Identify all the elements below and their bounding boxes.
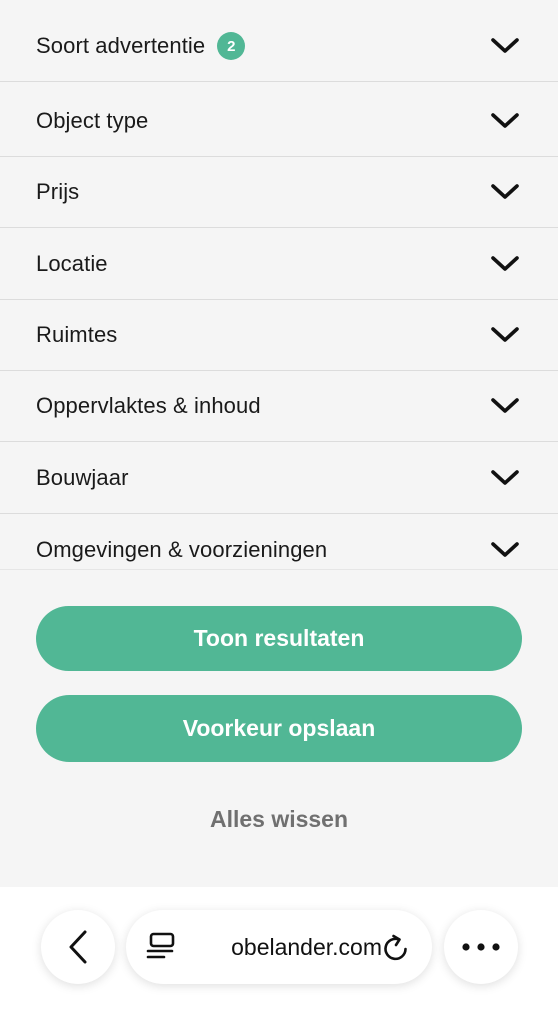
url-display: obelander.com: [182, 910, 382, 984]
filter-label: Locatie: [36, 251, 108, 276]
back-arrow-icon: [69, 930, 87, 964]
clear-all-link[interactable]: Alles wissen: [0, 800, 558, 838]
browser-toolbar: obelander.com: [0, 887, 558, 1024]
chevron-down-icon[interactable]: [490, 541, 520, 559]
filters-divider: [0, 569, 558, 570]
chevron-down-icon[interactable]: [490, 397, 520, 415]
filter-label: Bouwjaar: [36, 465, 129, 490]
filter-ruimtes[interactable]: Ruimtes: [0, 300, 558, 371]
chevron-down-icon[interactable]: [490, 183, 520, 201]
more-options-button[interactable]: [444, 910, 518, 984]
filter-label: Soort advertentie: [36, 33, 206, 58]
filter-label: Ruimtes: [36, 322, 118, 347]
save-preference-button[interactable]: Voorkeur opslaan: [36, 695, 522, 762]
chevron-down-icon[interactable]: [490, 326, 520, 344]
filter-prijs[interactable]: Prijs: [0, 157, 558, 228]
back-button[interactable]: [41, 910, 115, 984]
filter-object-type[interactable]: Object type: [0, 86, 558, 157]
show-results-button[interactable]: Toon resultaten: [36, 606, 522, 671]
tab-overview-icon[interactable]: [146, 932, 176, 962]
chevron-down-icon[interactable]: [490, 112, 520, 130]
chevron-down-icon[interactable]: [490, 255, 520, 273]
filter-label: Prijs: [36, 179, 80, 204]
reload-icon[interactable]: [380, 932, 412, 964]
filter-label: Oppervlaktes & inhoud: [36, 393, 261, 418]
filter-label: Omgevingen & voorzieningen: [36, 536, 328, 562]
filter-label: Object type: [36, 108, 149, 133]
address-bar[interactable]: obelander.com: [126, 910, 432, 984]
filter-bouwjaar[interactable]: Bouwjaar: [0, 443, 558, 514]
chevron-down-icon[interactable]: [490, 37, 520, 55]
filter-locatie[interactable]: Locatie: [0, 229, 558, 300]
url-text: obelander.com: [231, 933, 382, 960]
filter-omgevingen-voorzieningen[interactable]: Omgevingen & voorzieningen: [0, 514, 558, 569]
chevron-down-icon[interactable]: [490, 469, 520, 487]
filter-count-badge: 2: [217, 32, 246, 60]
filter-list: Soort advertentie 2 Object type Prijs Lo…: [0, 0, 558, 569]
filter-soort-advertentie[interactable]: Soort advertentie 2: [0, 11, 558, 82]
filter-page: Soort advertentie 2 Object type Prijs Lo…: [0, 0, 558, 1024]
more-dots-icon: [462, 943, 500, 951]
filter-oppervlaktes-inhoud[interactable]: Oppervlaktes & inhoud: [0, 371, 558, 442]
url-fade: [182, 920, 208, 974]
